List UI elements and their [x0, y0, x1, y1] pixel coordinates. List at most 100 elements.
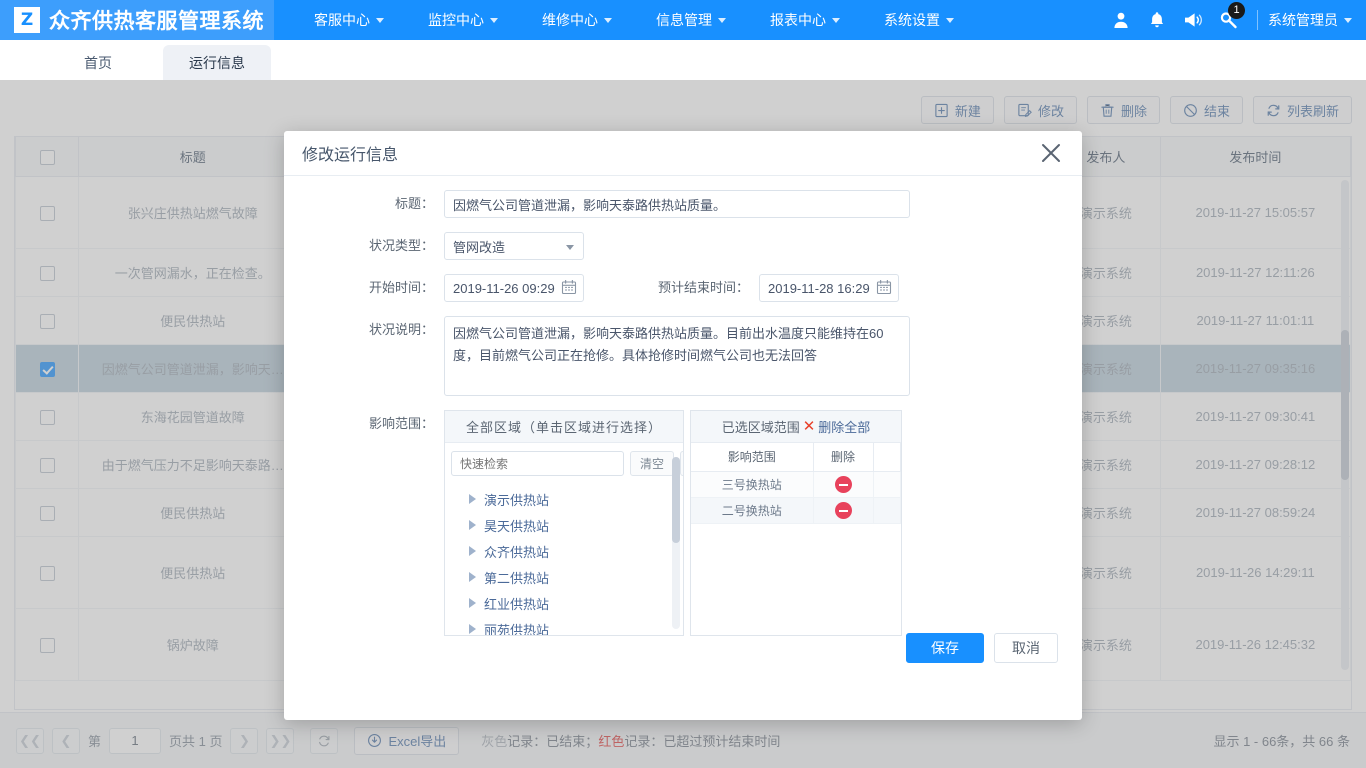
selected-region-table: 影响范围 删除 三号换热站 二号换热站	[691, 443, 901, 524]
caret-right-icon[interactable]	[469, 598, 476, 608]
selected-region-title: 已选区域范围	[721, 420, 800, 435]
tree-node[interactable]: 演示供热站	[463, 486, 683, 512]
region-tree-list: 演示供热站 昊天供热站 众齐供热站 第二供热站 红业供热站 丽苑供热站	[445, 482, 683, 635]
caret-right-icon[interactable]	[469, 546, 476, 556]
region-tree-header: 全部区域（单击区域进行选择）	[445, 411, 683, 443]
nav-label-3: 信息管理	[656, 12, 712, 28]
selected-region-header: 已选区域范围 ✕ 删除全部	[691, 411, 901, 443]
selected-row-delete-cell[interactable]	[813, 471, 874, 498]
nav-item-3[interactable]: 信息管理	[634, 0, 748, 40]
tab-home-label: 首页	[84, 54, 112, 71]
tree-node[interactable]: 红业供热站	[463, 590, 683, 616]
header-divider	[1257, 10, 1258, 30]
dialog-header: 修改运行信息	[284, 131, 1082, 176]
nav-item-0[interactable]: 客服中心	[292, 0, 406, 40]
tab-operation-info[interactable]: 运行信息	[163, 45, 271, 80]
selected-col-scope: 影响范围	[691, 443, 814, 472]
tree-scroll-thumb[interactable]	[672, 457, 680, 543]
user-icon[interactable]	[1103, 0, 1139, 40]
selected-row-name: 二号换热站	[691, 497, 814, 524]
selected-row-spacer	[873, 497, 901, 524]
chevron-down-icon	[376, 17, 384, 23]
chevron-down-icon	[566, 245, 574, 250]
dialog-body: 标题： 状况类型： 管网改造 开始时间： 预计结束时间：	[284, 176, 1082, 672]
start-time-wrap	[444, 274, 584, 302]
dialog-title: 修改运行信息	[302, 147, 399, 164]
brand-block: Z 众齐供热客服管理系统	[0, 0, 274, 40]
end-time-label: 预计结束时间：	[657, 280, 749, 295]
remove-icon[interactable]	[834, 502, 852, 520]
title-input[interactable]	[444, 190, 910, 218]
nav-label-4: 报表中心	[770, 12, 826, 28]
key-icon[interactable]: 1	[1211, 0, 1247, 40]
chevron-down-icon	[1344, 17, 1352, 23]
bell-icon[interactable]	[1139, 0, 1175, 40]
chevron-down-icon	[832, 17, 840, 23]
scope-panels: 全部区域（单击区域进行选择） 清空 收缩 演示供热站 昊天供热站 众齐供热站 第…	[444, 410, 902, 636]
type-field-label: 状况类型：	[368, 238, 434, 253]
save-button[interactable]: 保存	[906, 633, 984, 663]
caret-right-icon[interactable]	[469, 572, 476, 582]
tab-home[interactable]: 首页	[58, 45, 138, 80]
caret-right-icon[interactable]	[469, 520, 476, 530]
field-row-description: 状况说明： 因燃气公司管道泄漏，影响天泰路供热站质量。目前出水温度只能维持在60…	[284, 316, 1082, 396]
app-logo-icon: Z	[14, 7, 40, 33]
caret-right-icon[interactable]	[469, 494, 476, 504]
scope-label: 影响范围：	[368, 416, 434, 431]
cancel-button[interactable]: 取消	[994, 633, 1058, 663]
field-row-scope: 影响范围： 全部区域（单击区域进行选择） 清空 收缩 演示供热站 昊天供热站 众…	[284, 410, 1082, 636]
notification-badge: 1	[1228, 2, 1245, 19]
selected-col-spacer	[873, 443, 901, 472]
nav-label-5: 系统设置	[884, 12, 940, 28]
selected-col-delete: 删除	[813, 443, 874, 472]
nav-label-2: 维修中心	[542, 12, 598, 28]
field-row-type: 状况类型： 管网改造	[284, 232, 1082, 260]
chevron-down-icon	[604, 17, 612, 23]
selected-row[interactable]: 三号换热站	[691, 471, 901, 498]
selected-row-delete-cell[interactable]	[813, 497, 874, 524]
tree-node[interactable]: 昊天供热站	[463, 512, 683, 538]
header-actions: 1 系统管理员	[1103, 0, 1366, 40]
nav-item-5[interactable]: 系统设置	[862, 0, 976, 40]
tree-node-label: 众齐供热站	[484, 544, 550, 560]
region-search-input[interactable]	[451, 451, 624, 476]
calendar-icon[interactable]	[561, 279, 577, 295]
tree-scrollbar[interactable]	[672, 457, 680, 629]
tab-bar: 首页 运行信息	[0, 40, 1366, 80]
chevron-down-icon	[946, 17, 954, 23]
close-x-icon[interactable]: ✕	[803, 419, 816, 434]
tree-node-label: 第二供热站	[484, 570, 550, 586]
collapse-button[interactable]: 收缩	[680, 451, 683, 476]
type-select-value: 管网改造	[453, 239, 506, 255]
tree-node-label: 演示供热站	[484, 492, 550, 508]
main-menu: 客服中心 监控中心 维修中心 信息管理 报表中心 系统设置	[292, 0, 976, 40]
tree-node[interactable]: 众齐供热站	[463, 538, 683, 564]
user-name-label: 系统管理员	[1268, 12, 1338, 28]
edit-operation-info-dialog: 修改运行信息 标题： 状况类型： 管网改造 开始时间： 预计结束时间	[284, 131, 1082, 720]
selected-table-header-row: 影响范围 删除	[691, 443, 901, 472]
description-label: 状况说明：	[368, 322, 434, 337]
remove-icon[interactable]	[834, 476, 852, 494]
close-icon[interactable]	[1038, 140, 1064, 166]
selected-region-panel: 已选区域范围 ✕ 删除全部 影响范围 删除 三号换热站 二号换热站	[690, 410, 902, 636]
remove-all-button[interactable]: 删除全部	[818, 417, 870, 436]
calendar-icon[interactable]	[876, 279, 892, 295]
description-textarea[interactable]: 因燃气公司管道泄漏，影响天泰路供热站质量。目前出水温度只能维持在60度，目前燃气…	[444, 316, 910, 396]
title-field-label: 标题：	[394, 196, 434, 211]
chevron-down-icon	[718, 17, 726, 23]
end-time-wrap	[759, 274, 899, 302]
selected-row-name: 三号换热站	[691, 471, 814, 498]
nav-item-4[interactable]: 报表中心	[748, 0, 862, 40]
nav-item-1[interactable]: 监控中心	[406, 0, 520, 40]
region-tree-panel: 全部区域（单击区域进行选择） 清空 收缩 演示供热站 昊天供热站 众齐供热站 第…	[444, 410, 684, 636]
selected-row[interactable]: 二号换热站	[691, 497, 901, 524]
type-select[interactable]: 管网改造	[444, 232, 584, 260]
user-menu[interactable]: 系统管理员	[1268, 10, 1352, 30]
top-navigation-bar: Z 众齐供热客服管理系统 客服中心 监控中心 维修中心 信息管理 报表中心 系统…	[0, 0, 1366, 40]
clear-button[interactable]: 清空	[630, 451, 675, 476]
megaphone-icon[interactable]	[1175, 0, 1211, 40]
nav-item-2[interactable]: 维修中心	[520, 0, 634, 40]
tree-node[interactable]: 第二供热站	[463, 564, 683, 590]
selected-row-spacer	[873, 471, 901, 498]
nav-label-0: 客服中心	[314, 12, 370, 28]
